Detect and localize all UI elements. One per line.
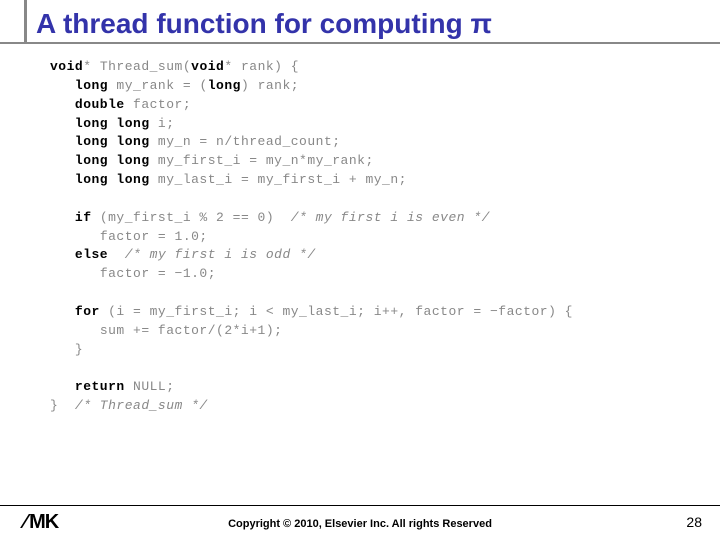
code-line: for (i = my_first_i; i < my_last_i; i++,…: [50, 303, 720, 322]
code-line: double factor;: [50, 96, 720, 115]
code-line: [50, 284, 720, 303]
code-block: void* Thread_sum(void* rank) { long my_r…: [0, 44, 720, 416]
code-line: factor = −1.0;: [50, 265, 720, 284]
code-line: }: [50, 341, 720, 360]
code-line: else /* my first i is odd */: [50, 246, 720, 265]
code-line: long long i;: [50, 115, 720, 134]
code-line: long my_rank = (long) rank;: [50, 77, 720, 96]
slide-title: A thread function for computing π: [36, 8, 492, 39]
code-line: long long my_last_i = my_first_i + my_n;: [50, 171, 720, 190]
code-line: factor = 1.0;: [50, 228, 720, 247]
code-line: return NULL;: [50, 378, 720, 397]
page-number: 28: [686, 514, 702, 530]
code-line: if (my_first_i % 2 == 0) /* my first i i…: [50, 209, 720, 228]
code-line: } /* Thread_sum */: [50, 397, 720, 416]
copyright-text: Copyright © 2010, Elsevier Inc. All righ…: [0, 518, 720, 530]
code-line: [50, 190, 720, 209]
code-line: long long my_first_i = my_n*my_rank;: [50, 152, 720, 171]
footer-rule: [0, 505, 720, 506]
title-bar: A thread function for computing π: [0, 0, 720, 44]
code-line: void* Thread_sum(void* rank) {: [50, 58, 720, 77]
code-line: long long my_n = n/thread_count;: [50, 133, 720, 152]
code-line: [50, 360, 720, 379]
code-line: sum += factor/(2*i+1);: [50, 322, 720, 341]
